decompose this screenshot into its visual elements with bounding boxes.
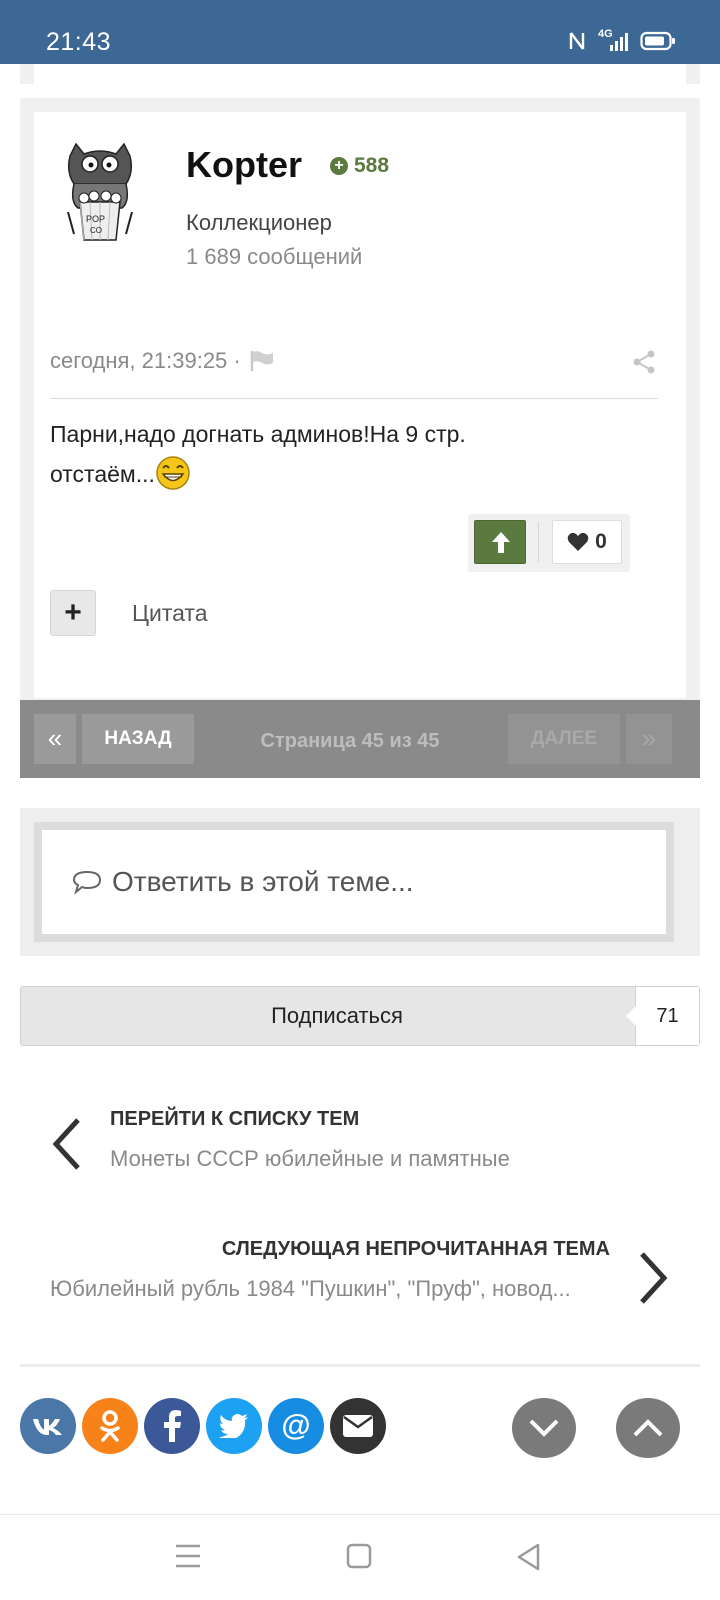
speech-bubble-icon [72,870,102,895]
laughing-emoji-icon [156,456,190,490]
next-unread-link[interactable]: СЛЕДУЮЩАЯ НЕПРОЧИТАННАЯ ТЕМА [222,1238,610,1261]
chevron-down-icon [529,1419,559,1437]
scroll-down-button[interactable] [512,1398,576,1458]
reply-placeholder: Ответить в этой теме... [72,866,414,898]
share-icon[interactable] [632,350,656,374]
prev-page-button[interactable]: НАЗАД [82,714,194,764]
author-post-count: 1 689 сообщений [186,244,363,269]
post: POP CO Kopter + 588 Коллекционер 1 689 с… [34,112,686,698]
signal-icon: 4G [596,28,630,52]
nfc-icon [569,32,585,50]
topic-list-forum[interactable]: Монеты СССР юбилейные и памятные [110,1146,510,1172]
post-content: Парни,надо догнать админов!На 9 стр. отс… [50,414,650,494]
status-icons: 4G [568,28,676,52]
reputation-value: 588 [354,154,390,177]
system-nav-bar [0,1514,720,1600]
status-bar: 21:43 4G [0,0,720,64]
at-icon: @ [281,1409,311,1442]
status-time: 21:43 [46,28,112,56]
twitter-share-button[interactable] [206,1398,262,1454]
multiquote-button[interactable]: + [50,590,96,636]
back-icon[interactable] [516,1543,542,1571]
upvote-button[interactable] [474,520,526,564]
home-icon[interactable] [346,1543,372,1569]
topic-list-link[interactable]: ПЕРЕЙТИ К СПИСКУ ТЕМ [110,1108,359,1131]
svg-text:CO: CO [90,226,102,235]
reputation-badge: + 588 [330,154,389,178]
chevron-right-icon[interactable] [636,1250,672,1306]
chevron-up-icon [633,1419,663,1437]
quote-button[interactable]: Цитата [132,600,208,627]
post-date: сегодня, 21:39:25 · [50,348,275,374]
envelope-icon [343,1415,373,1437]
svg-text:POP: POP [86,214,105,224]
reply-input[interactable]: Ответить в этой теме... [34,822,674,942]
facebook-share-button[interactable] [144,1398,200,1454]
plus-circle-icon: + [330,157,348,175]
email-share-button[interactable] [330,1398,386,1454]
previous-post-bottom [20,64,700,84]
scroll-up-button[interactable] [616,1398,680,1458]
post-container: POP CO Kopter + 588 Коллекционер 1 689 с… [20,98,700,718]
reaction-separator [538,522,539,562]
post-text-line-2-wrap: отстаём... [50,454,650,494]
chevron-left-icon[interactable] [48,1116,84,1172]
subscribe-button[interactable]: Подписаться 71 [20,986,700,1046]
vk-share-button[interactable] [20,1398,76,1454]
avatar[interactable]: POP CO [60,142,140,242]
twitter-icon [219,1414,248,1438]
pagination: « НАЗАД Страница 45 из 45 ДАЛЕЕ » [20,700,700,778]
post-divider [50,398,658,399]
next-unread-topic[interactable]: Юбилейный рубль 1984 "Пушкин", "Пруф", н… [50,1276,610,1302]
reply-container: Ответить в этой теме... [20,808,700,956]
battery-icon [640,31,675,51]
arrow-up-icon [492,532,510,553]
menu-icon[interactable] [174,1543,202,1569]
next-page-button[interactable]: ДАЛЕЕ [508,714,620,764]
reaction-bar: 0 [468,514,630,572]
subscriber-count: 71 [626,987,699,1045]
subscribe-label: Подписаться [271,1003,403,1028]
heart-icon [567,532,589,551]
last-page-button[interactable]: » [626,714,672,764]
first-page-button[interactable]: « [34,714,76,764]
like-button[interactable]: 0 [552,520,622,564]
author-rank: Коллекционер [186,210,332,235]
page-content: POP CO Kopter + 588 Коллекционер 1 689 с… [0,64,720,1514]
page-info: Страница 45 из 45 [260,730,440,752]
vk-icon [33,1419,62,1435]
mail-share-button[interactable]: @ [268,1398,324,1454]
odnoklassniki-icon [100,1410,120,1442]
facebook-icon [164,1410,181,1442]
post-text-line-1: Парни,надо догнать админов!На 9 стр. [50,421,466,447]
odnoklassniki-share-button[interactable] [82,1398,138,1454]
post-text-line-2: отстаём... [50,461,155,487]
author-name[interactable]: Kopter [186,144,302,186]
post-date-text[interactable]: сегодня, 21:39:25 · [50,348,241,374]
footer-divider [20,1364,700,1367]
flag-icon[interactable] [249,350,275,372]
like-count: 0 [595,530,607,553]
reply-placeholder-text: Ответить в этой теме... [112,866,414,897]
